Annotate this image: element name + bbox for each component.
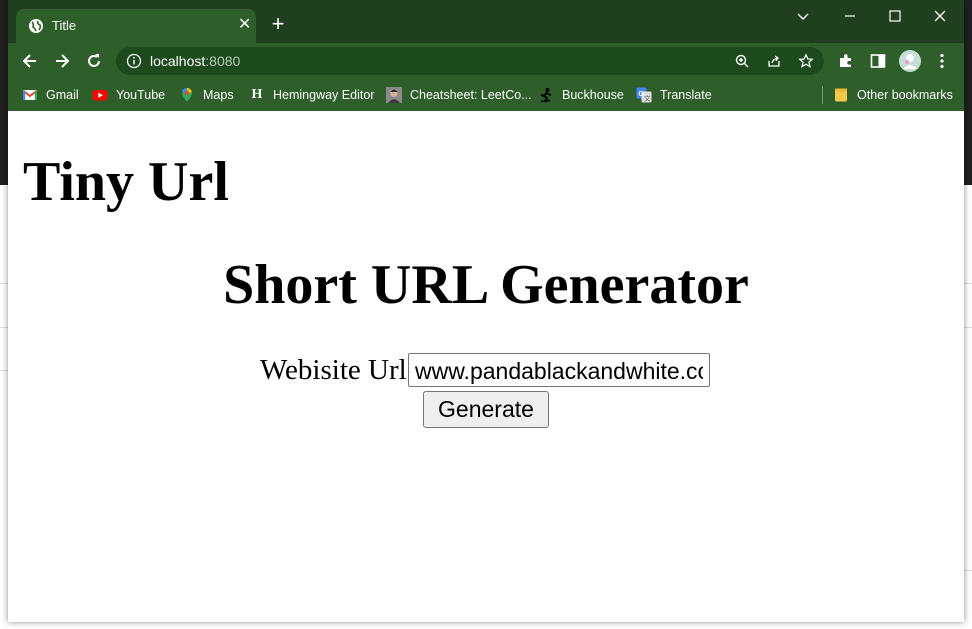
background-divider — [0, 283, 8, 284]
background-divider — [964, 327, 972, 328]
bookmark-label: Translate — [660, 88, 712, 102]
gmail-icon — [22, 90, 38, 100]
url-port: :8080 — [205, 53, 241, 69]
page-title: Tiny Url — [23, 151, 229, 213]
maps-icon — [182, 88, 192, 102]
globe-icon — [29, 19, 43, 33]
bookmark-translate[interactable]: G 文 Translate — [636, 85, 712, 105]
star-icon[interactable] — [798, 53, 814, 69]
forward-arrow-icon[interactable] — [52, 51, 72, 71]
bookmark-label: Buckhouse — [562, 88, 624, 102]
background-divider — [964, 570, 972, 571]
share-icon[interactable] — [766, 53, 782, 69]
chevron-down-icon[interactable] — [793, 6, 813, 26]
svg-text:文: 文 — [644, 94, 651, 103]
bookmark-label: Other bookmarks — [857, 88, 953, 102]
background-divider — [964, 283, 972, 284]
folder-icon — [835, 88, 847, 102]
avatar-icon — [386, 87, 402, 103]
zoom-icon[interactable] — [734, 53, 750, 69]
bookmark-buckhouse[interactable]: Buckhouse — [538, 85, 624, 105]
profile-avatar[interactable] — [898, 49, 922, 73]
website-url-input[interactable] — [408, 353, 710, 387]
page-heading: Short URL Generator — [223, 254, 749, 316]
generate-button[interactable]: Generate — [423, 391, 549, 428]
tab-close-icon[interactable]: ✕ — [238, 17, 251, 33]
hemingway-icon: H — [251, 87, 263, 102]
browser-window: Title ✕ + localhost:8080 Gmail YouTube M… — [8, 0, 964, 622]
browser-toolbar: localhost:8080 — [8, 43, 964, 79]
back-arrow-icon[interactable] — [20, 51, 40, 71]
tab-title: Title — [52, 18, 77, 33]
bookmark-label: YouTube — [116, 88, 166, 102]
bookmark-other-folder[interactable]: Other bookmarks — [833, 85, 953, 105]
url-text[interactable]: localhost:8080 — [150, 53, 240, 69]
bookmark-label: Gmail — [46, 88, 79, 102]
address-bar[interactable]: localhost:8080 — [116, 47, 824, 75]
maximize-icon[interactable] — [885, 6, 905, 26]
puzzle-icon[interactable] — [836, 51, 856, 71]
skater-icon — [540, 88, 552, 103]
website-url-label: Webisite Url — [260, 354, 407, 386]
bookmark-gmail[interactable]: Gmail — [22, 85, 79, 105]
bookmark-cheatsheet[interactable]: Cheatsheet: LeetCo... — [386, 85, 532, 105]
background-divider — [0, 327, 8, 328]
title-bar: Title ✕ + — [8, 0, 964, 43]
youtube-icon — [92, 90, 108, 101]
minimize-icon[interactable] — [840, 6, 860, 26]
background-divider — [0, 370, 8, 371]
side-panel-icon[interactable] — [868, 51, 888, 71]
tab-active[interactable]: Title ✕ — [16, 9, 256, 43]
site-info-icon[interactable] — [126, 53, 142, 69]
page-content: Tiny Url Short URL Generator Webisite Ur… — [8, 111, 964, 622]
bookmark-hemingway[interactable]: H Hemingway Editor — [249, 85, 375, 105]
url-host: localhost — [150, 53, 206, 69]
more-menu-icon[interactable] — [932, 51, 952, 71]
background-footer — [0, 622, 972, 629]
bookmark-maps[interactable]: Maps — [179, 85, 234, 105]
bookmark-label: Maps — [203, 88, 234, 102]
close-icon[interactable] — [930, 6, 950, 26]
bookmarks-bar: Gmail YouTube Maps H Hemingway Editor Ch… — [8, 79, 964, 111]
bookmarks-divider — [822, 86, 823, 104]
bookmark-youtube[interactable]: YouTube — [92, 85, 165, 105]
reload-icon[interactable] — [84, 51, 104, 71]
translate-icon: G 文 — [636, 87, 652, 103]
bookmark-label: Cheatsheet: LeetCo... — [410, 88, 532, 102]
bookmark-label: Hemingway Editor — [273, 88, 375, 102]
new-tab-button[interactable]: + — [266, 12, 290, 36]
